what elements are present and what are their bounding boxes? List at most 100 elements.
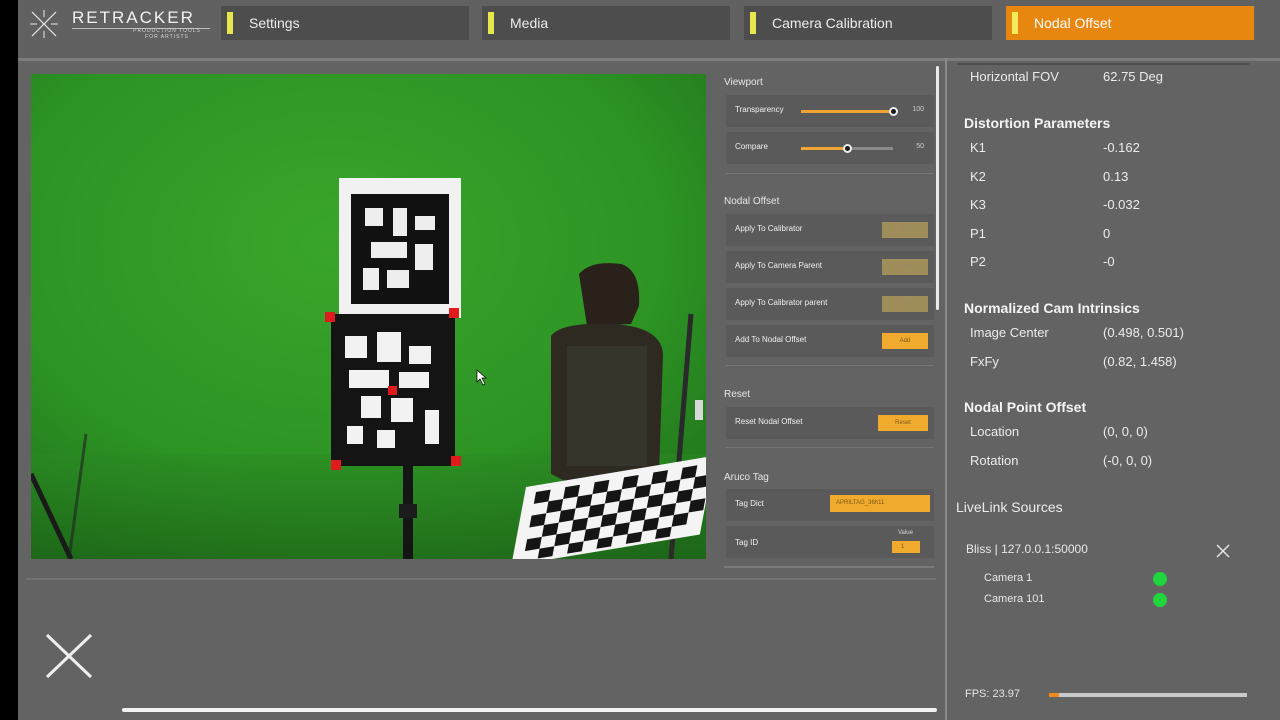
p1-label: P1 <box>970 226 986 241</box>
controls-scrollbar[interactable] <box>936 66 939 310</box>
apply-to-camera-parent-add-button[interactable]: Add <box>882 259 928 275</box>
remove-source-close-icon[interactable] <box>1215 543 1231 559</box>
apply-to-calibrator-parent-row: Apply To Calibrator parent Add <box>726 288 934 320</box>
compare-label: Compare <box>735 142 768 151</box>
fps-bar-fill <box>1049 693 1059 697</box>
apply-to-calibrator-row: Apply To Calibrator Add <box>726 214 934 246</box>
top-bar: RETRACKER PRODUCTION TOOLS FOR ARTISTS S… <box>18 0 1280 58</box>
k3-label: K3 <box>970 197 986 212</box>
viewport-section-title: Viewport <box>724 77 763 88</box>
logo-mark-icon <box>30 10 58 38</box>
info-panel: Horizontal FOV 62.75 Deg Distortion Para… <box>947 62 1280 720</box>
rotation-label: Rotation <box>970 453 1019 468</box>
logo: RETRACKER PRODUCTION TOOLS FOR ARTISTS <box>28 6 210 40</box>
reset-section-title: Reset <box>724 389 751 400</box>
logo-subtitle: PRODUCTION TOOLS FOR ARTISTS <box>133 28 201 40</box>
nodal-offset-section-title: Nodal Offset <box>724 196 780 207</box>
section-divider <box>726 447 934 448</box>
tab-marker <box>227 12 233 34</box>
tab-settings[interactable]: Settings <box>221 6 469 40</box>
fps-readout: FPS: 23.97 <box>965 688 1021 700</box>
section-divider <box>726 365 934 366</box>
row-label: Apply To Camera Parent <box>735 261 823 270</box>
slider-fill <box>801 110 893 113</box>
timeline-scrubber[interactable] <box>122 708 937 712</box>
rotation-value: (-0, 0, 0) <box>1103 453 1153 468</box>
livelink-source[interactable]: Bliss | 127.0.0.1:50000 <box>966 542 1088 556</box>
info-top-line <box>957 63 1249 65</box>
intrinsics-heading: Normalized Cam Intrinsics <box>964 300 1140 316</box>
p2-value: -0 <box>1103 254 1115 269</box>
k2-value: 0.13 <box>1103 169 1129 184</box>
tag-id-input[interactable]: 1 <box>892 541 920 553</box>
aruco-tag-section-title: Aruco Tag <box>724 472 769 483</box>
viewport-bottom-divider <box>26 578 936 580</box>
compare-row: Compare 50 <box>726 132 934 164</box>
row-label: Add To Nodal Offset <box>735 335 807 344</box>
tag-id-row: Tag ID Value 1 <box>726 526 934 558</box>
camera-viewport[interactable] <box>31 74 706 559</box>
image-center-label: Image Center <box>970 325 1049 340</box>
status-dot-icon <box>1153 593 1167 607</box>
compare-slider[interactable] <box>801 144 893 153</box>
row-label: Tag ID <box>735 538 759 547</box>
transparency-label: Transparency <box>735 105 784 114</box>
k1-value: -0.162 <box>1103 140 1140 155</box>
compare-value: 50 <box>916 143 924 150</box>
camera-101-label: Camera 101 <box>984 593 1045 605</box>
reset-button[interactable]: Reset <box>878 415 928 431</box>
panel-bottom-divider <box>724 566 934 568</box>
transparency-value: 100 <box>912 106 924 113</box>
tab-camera-calibration[interactable]: Camera Calibration <box>744 6 992 40</box>
tab-media[interactable]: Media <box>482 6 730 40</box>
livelink-title: LiveLink Sources <box>956 499 1063 515</box>
row-label: Apply To Calibrator parent <box>735 298 828 307</box>
logo-title: RETRACKER <box>72 8 195 27</box>
slider-handle[interactable] <box>842 144 852 153</box>
fxfy-label: FxFy <box>970 354 999 369</box>
tab-marker <box>750 12 756 34</box>
slider-fill <box>801 147 847 150</box>
nodal-point-heading: Nodal Point Offset <box>964 399 1087 415</box>
tab-marker <box>1012 12 1018 34</box>
tab-marker <box>488 12 494 34</box>
k1-label: K1 <box>970 140 986 155</box>
add-to-nodal-offset-row: Add To Nodal Offset Add <box>726 325 934 357</box>
apply-to-calibrator-parent-add-button[interactable]: Add <box>882 296 928 312</box>
k3-value: -0.032 <box>1103 197 1140 212</box>
p2-label: P2 <box>970 254 986 269</box>
section-divider <box>726 173 934 174</box>
apply-to-camera-parent-row: Apply To Camera Parent Add <box>726 251 934 283</box>
apply-to-calibrator-add-button[interactable]: Add <box>882 222 928 238</box>
tab-label: Nodal Offset <box>1034 15 1112 31</box>
tab-nodal-offset[interactable]: Nodal Offset <box>1006 6 1254 40</box>
p1-value: 0 <box>1103 226 1111 241</box>
reset-nodal-offset-row: Reset Nodal Offset Reset <box>726 407 934 439</box>
value-label: Value <box>898 530 913 536</box>
transparency-row: Transparency 100 <box>726 95 934 127</box>
camera-feed-image <box>31 74 706 559</box>
controls-panel: Viewport Transparency 100 Compare 50 Nod… <box>720 62 936 570</box>
horizontal-fov-value: 62.75 Deg <box>1103 69 1163 84</box>
add-to-nodal-offset-button[interactable]: Add <box>882 333 928 349</box>
location-label: Location <box>970 424 1020 439</box>
fxfy-value: (0.82, 1.458) <box>1103 354 1177 369</box>
location-value: (0, 0, 0) <box>1103 424 1148 439</box>
fps-bar <box>1049 693 1247 697</box>
app-window: RETRACKER PRODUCTION TOOLS FOR ARTISTS S… <box>18 0 1280 720</box>
tag-dict-dropdown[interactable]: APRILTAG_36h11 <box>830 495 930 512</box>
distortion-heading: Distortion Parameters <box>964 115 1111 131</box>
tab-label: Camera Calibration <box>772 15 893 31</box>
row-label: Apply To Calibrator <box>735 224 803 233</box>
tab-label: Settings <box>249 15 300 31</box>
close-icon[interactable] <box>44 632 94 680</box>
image-center-value: (0.498, 0.501) <box>1103 325 1184 340</box>
row-label: Reset Nodal Offset <box>735 417 803 426</box>
tag-dict-row: Tag Dict APRILTAG_36h11 <box>726 489 934 521</box>
status-dot-icon <box>1153 572 1167 586</box>
horizontal-fov-label: Horizontal FOV <box>970 69 1059 84</box>
tab-label: Media <box>510 15 549 31</box>
transparency-slider[interactable] <box>801 107 898 116</box>
slider-handle[interactable] <box>888 107 898 116</box>
camera-1-label: Camera 1 <box>984 572 1033 584</box>
